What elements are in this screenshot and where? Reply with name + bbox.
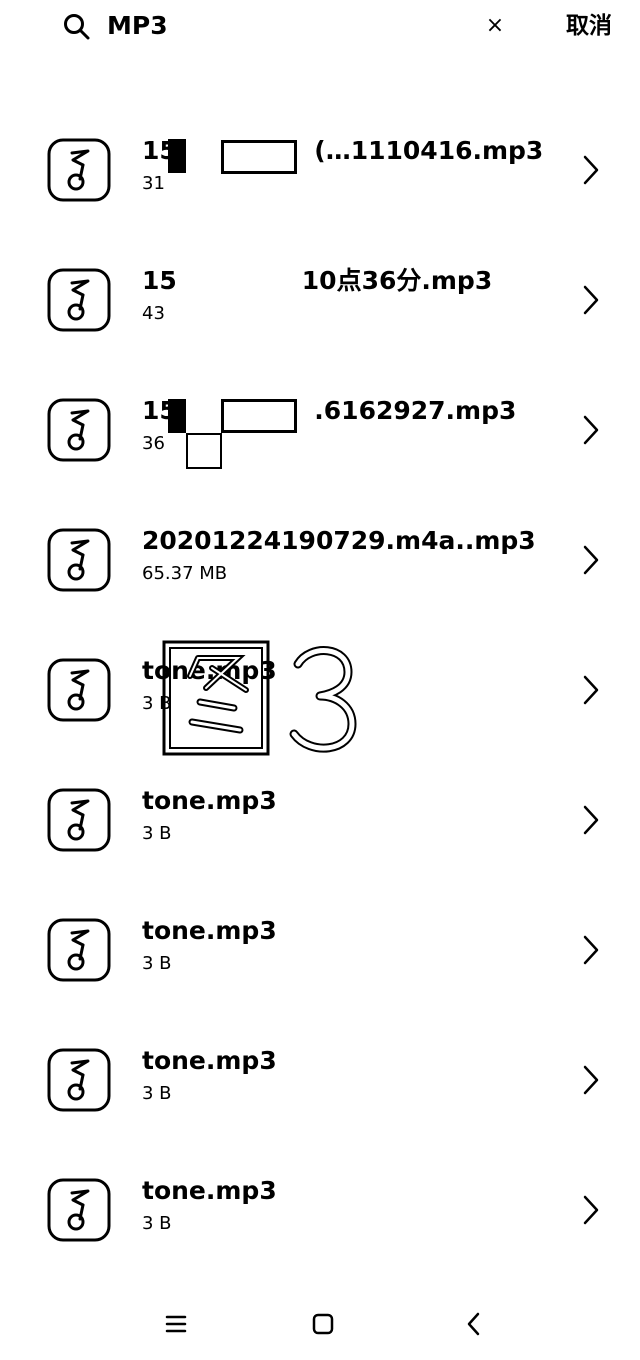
file-size: 65.37 MB bbox=[142, 563, 228, 584]
home-icon[interactable] bbox=[305, 1306, 341, 1342]
file-name: 15 .6162927.mp3 bbox=[142, 396, 517, 425]
search-icon bbox=[64, 14, 90, 40]
file-size: 31 bbox=[142, 173, 165, 194]
music-note-icon bbox=[47, 268, 111, 332]
file-name: tone.mp3 bbox=[142, 1046, 277, 1075]
menu-icon[interactable] bbox=[158, 1306, 194, 1342]
music-note-icon bbox=[47, 788, 111, 852]
list-item[interactable]: 15 (…1110416.mp3 31 bbox=[0, 105, 640, 235]
music-note-icon bbox=[47, 658, 111, 722]
file-name: tone.mp3 bbox=[142, 916, 277, 945]
redaction-box bbox=[168, 399, 186, 433]
watermark bbox=[162, 640, 357, 756]
music-note-icon bbox=[47, 528, 111, 592]
list-item[interactable]: tone.mp3 3 B bbox=[0, 1145, 640, 1275]
file-size: 43 bbox=[142, 303, 165, 324]
music-note-icon bbox=[47, 398, 111, 462]
file-name: 20201224190729.m4a..mp3 bbox=[142, 526, 536, 555]
music-note-icon bbox=[47, 1048, 111, 1112]
chevron-right-icon bbox=[583, 545, 599, 575]
file-name: tone.mp3 bbox=[142, 1176, 277, 1205]
chevron-right-icon bbox=[583, 805, 599, 835]
redaction-box bbox=[221, 140, 297, 174]
file-size: 3 B bbox=[142, 1083, 172, 1104]
chevron-right-icon bbox=[583, 935, 599, 965]
file-size: 3 B bbox=[142, 953, 172, 974]
cancel-button[interactable]: 取消 bbox=[566, 10, 640, 42]
chevron-right-icon bbox=[583, 1065, 599, 1095]
list-item[interactable]: tone.mp3 3 B bbox=[0, 755, 640, 885]
list-item[interactable]: 20201224190729.m4a..mp3 65.37 MB bbox=[0, 495, 640, 625]
music-note-icon bbox=[47, 1178, 111, 1242]
file-size: 3 B bbox=[142, 1213, 172, 1234]
file-name: tone.mp3 bbox=[142, 786, 277, 815]
redaction-box bbox=[221, 399, 297, 433]
list-item[interactable]: 15 10点36分.mp3 43 bbox=[0, 235, 640, 365]
search-input[interactable]: MP3 bbox=[107, 10, 168, 42]
system-navigation-bar bbox=[0, 1296, 640, 1352]
redaction-box bbox=[186, 433, 222, 469]
chevron-right-icon bbox=[583, 415, 599, 445]
list-item[interactable]: 15 .6162927.mp3 36 bbox=[0, 365, 640, 495]
chevron-right-icon bbox=[583, 155, 599, 185]
chevron-right-icon bbox=[583, 285, 599, 315]
list-item[interactable]: tone.mp3 3 B bbox=[0, 1015, 640, 1145]
back-icon[interactable] bbox=[456, 1306, 492, 1342]
clear-search-button[interactable]: × bbox=[480, 10, 510, 42]
redaction-box bbox=[168, 139, 186, 173]
file-size: 36 bbox=[142, 433, 165, 454]
music-note-icon bbox=[47, 918, 111, 982]
music-note-icon bbox=[47, 138, 111, 202]
list-item[interactable]: tone.mp3 3 B bbox=[0, 885, 640, 1015]
chevron-right-icon bbox=[583, 675, 599, 705]
file-size: 3 B bbox=[142, 823, 172, 844]
file-name: 15 (…1110416.mp3 bbox=[142, 136, 544, 165]
chevron-right-icon bbox=[583, 1195, 599, 1225]
file-name: 15 10点36分.mp3 bbox=[142, 266, 493, 295]
search-bar: MP3 × 取消 bbox=[0, 0, 640, 56]
